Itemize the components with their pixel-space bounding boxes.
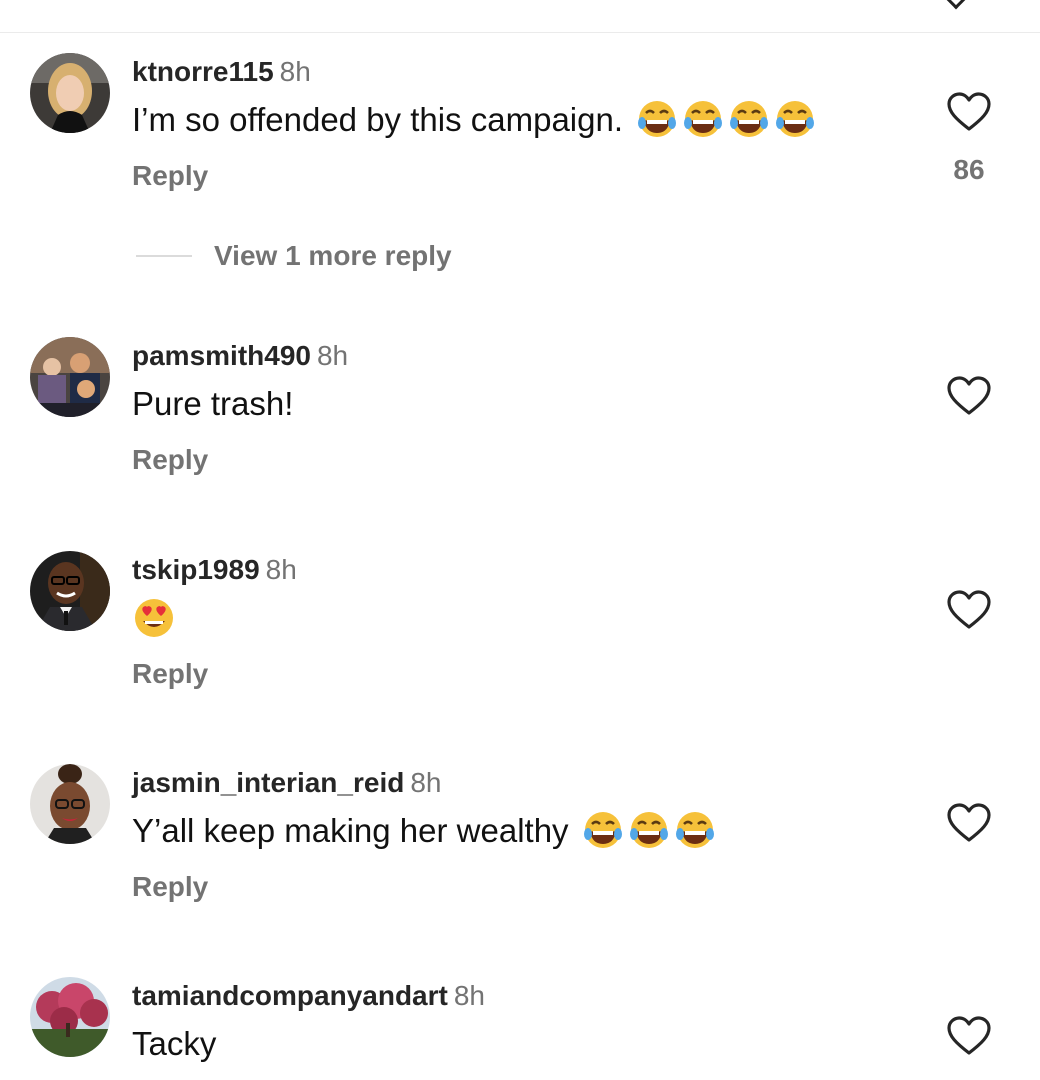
heart-outline-icon[interactable] (946, 802, 992, 844)
laughing-emoji-icon (673, 810, 719, 852)
reply-button[interactable]: Reply (132, 657, 208, 691)
timestamp: 8h (316, 340, 349, 371)
username[interactable]: pamsmith490 (132, 340, 311, 371)
heart-eyes-emoji-icon (132, 597, 178, 639)
reply-button[interactable]: Reply (132, 159, 208, 193)
comment-text: Tacky (132, 1025, 217, 1062)
reply-button[interactable]: Reply (132, 870, 208, 904)
username[interactable]: tskip1989 (132, 554, 260, 585)
laughing-emoji-icon (727, 99, 773, 141)
avatar[interactable] (30, 764, 110, 844)
reply-button[interactable]: Reply (132, 443, 208, 477)
heart-outline-icon[interactable] (946, 589, 992, 631)
username[interactable]: tamiandcompanyandart (132, 980, 448, 1011)
top-divider (0, 32, 1040, 33)
laughing-emoji-icon (627, 810, 673, 852)
comment-text: Y’all keep making her wealthy (132, 810, 719, 852)
comment-text: Pure trash! (132, 385, 294, 422)
avatar[interactable] (30, 53, 110, 133)
comment-header: pamsmith490 8h (132, 339, 348, 373)
comment-header: tskip1989 8h (132, 553, 297, 587)
view-more-replies-button[interactable]: View 1 more reply (136, 238, 452, 274)
username[interactable]: ktnorre115 (132, 56, 274, 87)
comment-text (132, 597, 178, 639)
heart-outline-icon[interactable] (946, 375, 992, 417)
chevron-down-icon[interactable] (944, 0, 968, 10)
laughing-emoji-icon (581, 810, 627, 852)
laughing-emoji-icon (681, 99, 727, 141)
divider-line (136, 255, 192, 257)
laughing-emoji-icon (773, 99, 819, 141)
avatar[interactable] (30, 337, 110, 417)
comment-header: ktnorre115 8h (132, 55, 311, 89)
like-count[interactable]: 86 (938, 153, 1000, 187)
timestamp: 8h (410, 767, 442, 798)
timestamp: 8h (279, 56, 311, 87)
comment-text: I’m so offended by this campaign. (132, 99, 819, 141)
heart-outline-icon[interactable] (946, 1015, 992, 1057)
username[interactable]: jasmin_interian_reid (132, 767, 404, 798)
timestamp: 8h (453, 980, 486, 1011)
comment-header: jasmin_interian_reid 8h (132, 766, 442, 800)
avatar[interactable] (30, 551, 110, 631)
view-more-replies-label: View 1 more reply (214, 240, 452, 271)
laughing-emoji-icon (635, 99, 681, 141)
avatar[interactable] (30, 977, 110, 1057)
heart-outline-icon[interactable] (946, 91, 992, 133)
timestamp: 8h (265, 554, 297, 585)
comment-header: tamiandcompanyandart 8h (132, 979, 485, 1013)
